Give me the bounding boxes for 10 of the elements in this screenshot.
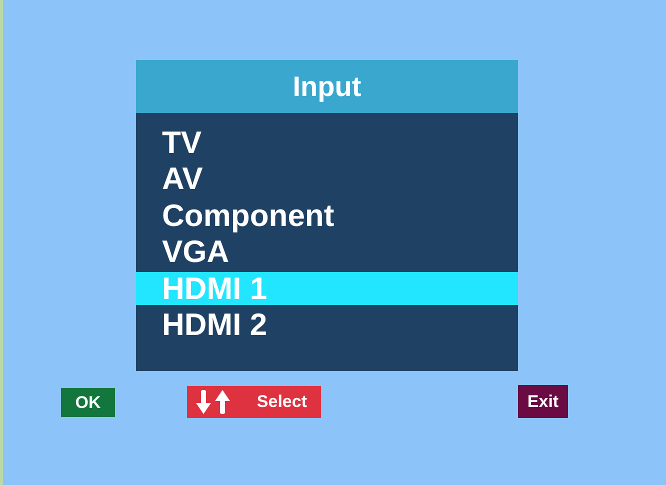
menu-item[interactable]: HDMI 2 [136, 308, 518, 341]
menu-item[interactable]: VGA [136, 235, 518, 268]
select-button[interactable]: Select [187, 386, 321, 418]
exit-button[interactable]: Exit [518, 385, 568, 418]
up-down-arrows-icon [196, 390, 230, 414]
menu-title: Input [292, 70, 362, 104]
ok-button[interactable]: OK [61, 388, 115, 417]
menu-item[interactable]: Component [136, 198, 518, 232]
menu-item[interactable]: AV [136, 162, 518, 195]
menu-item[interactable]: TV [136, 126, 518, 158]
